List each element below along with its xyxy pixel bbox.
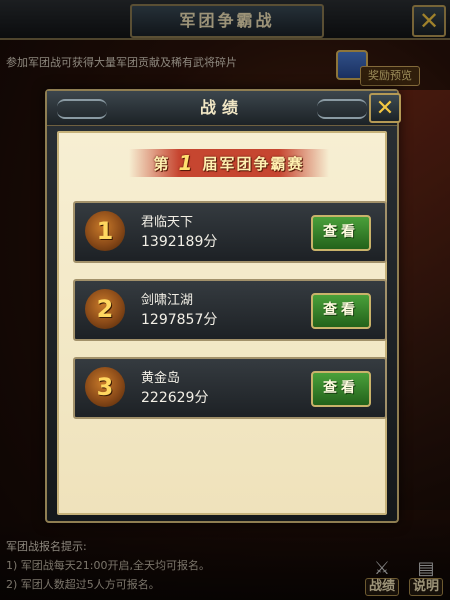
view-button[interactable]: 查看 bbox=[311, 215, 371, 251]
ranking-row: 1 君临天下 1392189分 查看 bbox=[73, 201, 387, 263]
legion-score: 1297857分 bbox=[141, 312, 218, 328]
dialog-title: 战绩 bbox=[199, 98, 244, 117]
dialog-content: 第 1 届军团争霸赛 1 君临天下 1392189分 查看 2 剑啸江湖 129… bbox=[57, 131, 387, 515]
legion-score: 1392189分 bbox=[141, 234, 218, 250]
rank-badge: 1 bbox=[85, 211, 125, 251]
legion-score: 222629分 bbox=[141, 390, 209, 406]
ranking-row: 2 剑啸江湖 1297857分 查看 bbox=[73, 279, 387, 341]
season-number: 1 bbox=[178, 151, 195, 175]
legion-name: 黄金岛 bbox=[141, 371, 181, 386]
legion-name: 君临天下 bbox=[141, 215, 194, 230]
record-dialog: 战绩 ✕ 第 1 届军团争霸赛 1 君临天下 1392189分 查看 2 剑啸江… bbox=[45, 89, 401, 523]
legion-name: 剑啸江湖 bbox=[141, 293, 194, 308]
view-button[interactable]: 查看 bbox=[311, 293, 371, 329]
dialog-close-button[interactable]: ✕ bbox=[369, 93, 401, 123]
dialog-header: 战绩 bbox=[47, 91, 397, 126]
close-icon: ✕ bbox=[375, 95, 395, 121]
season-banner: 第 1 届军团争霸赛 bbox=[129, 149, 329, 177]
rank-badge: 2 bbox=[85, 289, 125, 329]
banner-prefix: 第 bbox=[153, 154, 171, 173]
banner-suffix: 届军团争霸赛 bbox=[202, 154, 305, 173]
ranking-row: 3 黄金岛 222629分 查看 bbox=[73, 357, 387, 419]
rank-badge: 3 bbox=[85, 367, 125, 407]
view-button[interactable]: 查看 bbox=[311, 371, 371, 407]
